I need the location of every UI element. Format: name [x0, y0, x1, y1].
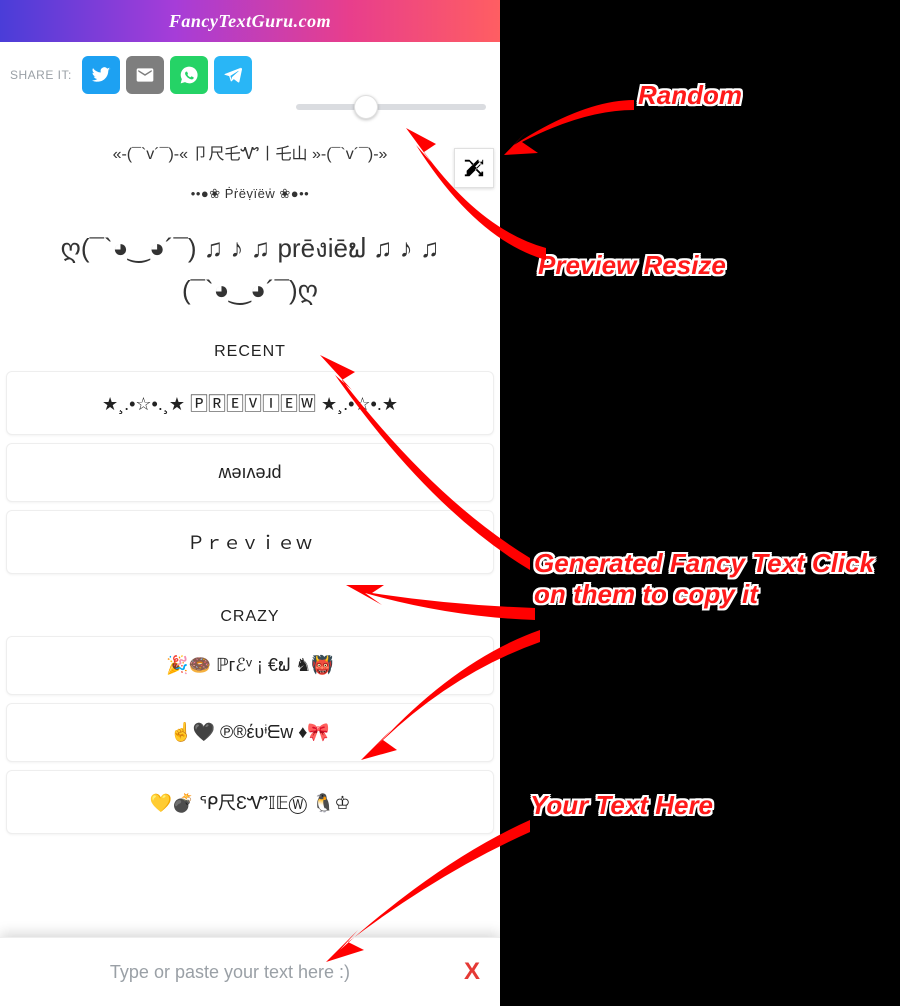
- preview-line-1[interactable]: «-(¯`v´¯)-« 卩尺乇Ꮙ丨乇山 »-(¯`v´¯)-»: [20, 140, 480, 164]
- shuffle-icon: [463, 157, 485, 179]
- callout-generated: Generated Fancy Text Click on them to co…: [534, 548, 894, 610]
- app-panel: FancyTextGuru.com SHARE IT: «-(¯`v´¯)-« …: [0, 0, 500, 1006]
- callout-resize: Preview Resize: [538, 250, 726, 281]
- share-whatsapp[interactable]: [170, 56, 208, 94]
- arrow-icon: [494, 90, 644, 170]
- callout-yourtext: Your Text Here: [530, 790, 713, 821]
- crazy-list: 🎉🍩 ℙгℰᵛ ¡ €ຟ ♞👹 ☝🖤 ℗®έʋᶤᗴw ♦🎀 💛💣 ᕿ尺ƐᏉ𝕀𝔼Ⓦ…: [0, 636, 500, 842]
- recent-list: ★¸.•☆•.¸★ 🄿🅁🄴🅅🄸🄴🅆 ★¸.•☆•.★ ʍǝıʌǝɹd Ｐｒｅｖｉ…: [0, 371, 500, 582]
- fancy-text-item[interactable]: 🎉🍩 ℙгℰᵛ ¡ €ຟ ♞👹: [6, 636, 494, 695]
- email-icon: [135, 65, 155, 85]
- fancy-text-item[interactable]: ʍǝıʌǝɹd: [6, 443, 494, 502]
- preview-line-2[interactable]: ••●❀ Ṗṙëṿïëẇ ❀●••: [20, 186, 480, 202]
- fancy-text-item[interactable]: 💛💣 ᕿ尺ƐᏉ𝕀𝔼Ⓦ 🐧♔: [6, 770, 494, 834]
- random-button[interactable]: [454, 148, 494, 188]
- preview-line-3[interactable]: ღ(¯`◕‿◕´¯) ♫ ♪ ♫ prēงiēຟ ♫ ♪ ♫ (¯`◕‿◕´¯)…: [20, 228, 480, 311]
- app-title: FancyTextGuru.com: [169, 11, 331, 32]
- section-recent-title: RECENT: [0, 343, 500, 361]
- section-crazy-title: CRAZY: [0, 608, 500, 626]
- preview-area: «-(¯`v´¯)-« 卩尺乇Ꮙ丨乇山 »-(¯`v´¯)-» ••●❀ Ṗṙë…: [0, 114, 500, 329]
- twitter-icon: [91, 65, 111, 85]
- text-input-bar: X: [0, 937, 500, 1006]
- clear-button[interactable]: X: [458, 958, 486, 986]
- telegram-icon: [223, 65, 243, 85]
- fancy-text-item[interactable]: ☝🖤 ℗®έʋᶤᗴw ♦🎀: [6, 703, 494, 762]
- fancy-text-item[interactable]: Ｐｒｅｖｉｅｗ: [6, 510, 494, 574]
- share-label: SHARE IT:: [10, 68, 72, 82]
- whatsapp-icon: [179, 65, 199, 85]
- fancy-text-item[interactable]: ★¸.•☆•.¸★ 🄿🅁🄴🅅🄸🄴🅆 ★¸.•☆•.★: [6, 371, 494, 435]
- app-header: FancyTextGuru.com: [0, 0, 500, 42]
- callout-random: Random: [638, 80, 742, 111]
- resize-slider-row: [0, 104, 500, 114]
- share-twitter[interactable]: [82, 56, 120, 94]
- share-email[interactable]: [126, 56, 164, 94]
- text-input[interactable]: [14, 962, 446, 983]
- share-telegram[interactable]: [214, 56, 252, 94]
- preview-resize-slider[interactable]: [296, 104, 486, 110]
